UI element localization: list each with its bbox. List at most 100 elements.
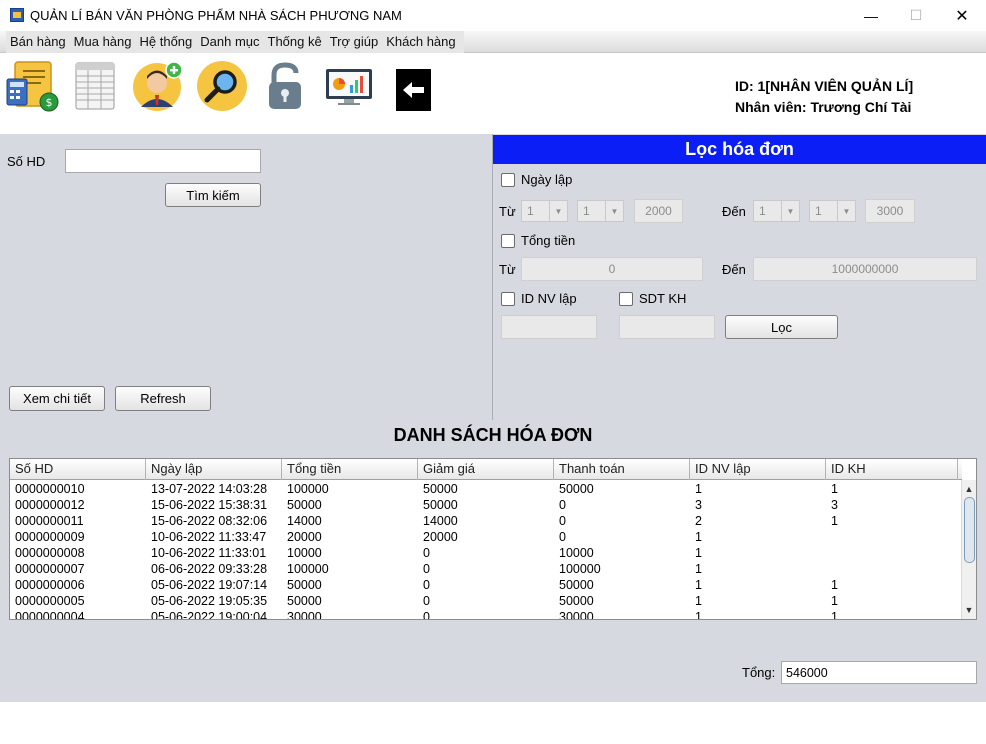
menu-khach-hang[interactable]: Khách hàng (382, 31, 459, 53)
cell-invoice-number: 0000000006 (15, 578, 85, 592)
user-info: ID: 1[NHÂN VIÊN QUẢN LÍ] Nhân viên: Trươ… (735, 76, 913, 118)
menu-ban-hang[interactable]: Bán hàng (6, 31, 70, 53)
app-icon (10, 8, 24, 22)
user-id: ID: 1[NHÂN VIÊN QUẢN LÍ] (735, 78, 914, 94)
from-day-select[interactable]: 1 ▼ (521, 200, 568, 222)
column-header-customer-id[interactable]: ID KH (826, 459, 958, 480)
cell-invoice-number: 0000000004 (15, 610, 85, 620)
cell-discount: 0 (423, 546, 430, 560)
cell-customer-id: 1 (831, 610, 838, 620)
statistics-monitor-icon[interactable] (322, 59, 376, 113)
table-row[interactable]: 0000000008 10-06-2022 11:33:01 10000 0 1… (10, 545, 962, 561)
cell-discount: 0 (423, 610, 430, 620)
table-row[interactable]: 0000000011 15-06-2022 08:32:06 14000 140… (10, 513, 962, 529)
search-magnifier-icon[interactable] (195, 59, 249, 113)
staff-filter-checkbox[interactable] (501, 292, 515, 306)
total-filter-label: Tổng tiền (521, 233, 576, 248)
table-body: 0000000010 13-07-2022 14:03:28 100000 50… (10, 481, 962, 620)
phone-filter-checkbox[interactable] (619, 292, 633, 306)
cell-invoice-number: 0000000005 (15, 594, 85, 608)
minimize-button[interactable]: — (848, 0, 894, 31)
view-detail-button[interactable]: Xem chi tiết (9, 386, 105, 411)
cell-invoice-number: 0000000011 (15, 514, 84, 528)
cell-customer-id: 3 (831, 498, 838, 512)
customer-phone-input[interactable] (619, 315, 715, 339)
cell-discount: 0 (423, 594, 430, 608)
maximize-button[interactable]: ☐ (893, 0, 939, 31)
table-row[interactable]: 0000000004 05-06-2022 19:00:04 30000 0 3… (10, 609, 962, 620)
column-header-discount[interactable]: Giảm giá (418, 459, 554, 480)
scroll-up-icon[interactable]: ▲ (962, 482, 976, 496)
total-filter-checkbox[interactable] (501, 234, 515, 248)
staff-id-input[interactable] (501, 315, 597, 339)
cell-staff-id: 1 (695, 530, 702, 544)
cell-customer-id: 1 (831, 578, 838, 592)
invoice-table[interactable]: Số HD Ngày lập Tổng tiền Giảm giá Thanh … (9, 458, 977, 620)
cell-staff-id: 1 (695, 482, 702, 496)
svg-text:$: $ (46, 96, 53, 109)
cell-staff-id: 2 (695, 514, 702, 528)
total-from-input[interactable]: 0 (521, 257, 703, 281)
column-header-total[interactable]: Tổng tiền (282, 459, 418, 480)
window-title: QUẢN LÍ BÁN VĂN PHÒNG PHẨM NHÀ SÁCH PHƯƠ… (30, 8, 402, 23)
table-scrollbar[interactable]: ▲ ▼ (961, 480, 976, 619)
date-filter-checkbox[interactable] (501, 173, 515, 187)
from-year-input[interactable]: 2000 (634, 199, 683, 223)
cell-discount: 20000 (423, 530, 458, 544)
table-header: Số HD Ngày lập Tổng tiền Giảm giá Thanh … (10, 459, 962, 480)
date-from-label: Từ (499, 204, 516, 219)
table-row[interactable]: 0000000010 13-07-2022 14:03:28 100000 50… (10, 481, 962, 497)
status-strip (0, 702, 986, 744)
cell-total: 50000 (287, 594, 322, 608)
column-header-date[interactable]: Ngày lập (146, 459, 282, 480)
to-day-select[interactable]: 1 ▼ (753, 200, 800, 222)
table-row[interactable]: 0000000009 10-06-2022 11:33:47 20000 200… (10, 529, 962, 545)
filter-button[interactable]: Lọc (725, 315, 838, 339)
menu-tro-giup[interactable]: Trợ giúp (326, 31, 383, 53)
column-header-payment[interactable]: Thanh toán (554, 459, 690, 480)
close-button[interactable]: ✕ (939, 0, 985, 31)
column-header-staff-id[interactable]: ID NV lập (690, 459, 826, 480)
menu-danh-muc[interactable]: Danh mục (196, 31, 263, 53)
phone-filter-label: SDT KH (639, 291, 687, 306)
menu-he-thong[interactable]: Hệ thống (136, 31, 197, 53)
spreadsheet-icon[interactable] (68, 59, 122, 113)
chevron-down-icon: ▼ (605, 201, 623, 221)
unlock-icon[interactable] (258, 59, 312, 113)
scroll-down-icon[interactable]: ▼ (962, 603, 976, 617)
to-year-input[interactable]: 3000 (865, 199, 915, 223)
total-to-input[interactable]: 1000000000 (753, 257, 977, 281)
table-row[interactable]: 0000000005 05-06-2022 19:05:35 50000 0 5… (10, 593, 962, 609)
cell-discount: 0 (423, 562, 430, 576)
search-button[interactable]: Tìm kiếm (165, 183, 261, 207)
cell-staff-id: 1 (695, 594, 702, 608)
date-to-label: Đến (722, 204, 746, 219)
refresh-button[interactable]: Refresh (115, 386, 211, 411)
cell-date: 15-06-2022 15:38:31 (151, 498, 268, 512)
menu-mua-hang[interactable]: Mua hàng (70, 31, 136, 53)
total-value-field[interactable]: 546000 (781, 661, 977, 684)
cell-total: 14000 (287, 514, 322, 528)
chevron-down-icon: ▼ (781, 201, 799, 221)
table-row[interactable]: 0000000012 15-06-2022 15:38:31 50000 500… (10, 497, 962, 513)
cell-date: 06-06-2022 09:33:28 (151, 562, 268, 576)
cell-customer-id (826, 529, 958, 545)
column-header-invoice-number[interactable]: Số HD (10, 459, 146, 480)
to-month-select[interactable]: 1 ▼ (809, 200, 856, 222)
invoice-number-input[interactable] (65, 149, 261, 173)
cell-customer-id: 1 (831, 514, 838, 528)
table-row[interactable]: 0000000007 06-06-2022 09:33:28 100000 0 … (10, 561, 962, 577)
cell-invoice-number: 0000000012 (15, 498, 85, 512)
cell-customer-id (826, 545, 958, 561)
cell-payment: 100000 (559, 562, 601, 576)
add-employee-icon[interactable] (131, 59, 185, 113)
cell-payment: 0 (559, 530, 566, 544)
invoice-calculator-icon[interactable]: $ (5, 59, 59, 113)
from-month-select[interactable]: 1 ▼ (577, 200, 624, 222)
table-row[interactable]: 0000000006 05-06-2022 19:07:14 50000 0 5… (10, 577, 962, 593)
panel-divider (492, 134, 493, 420)
scroll-thumb[interactable] (964, 497, 975, 563)
back-arrow-icon[interactable] (390, 59, 444, 113)
chevron-down-icon: ▼ (549, 201, 567, 221)
menu-thong-ke[interactable]: Thống kê (264, 31, 326, 53)
